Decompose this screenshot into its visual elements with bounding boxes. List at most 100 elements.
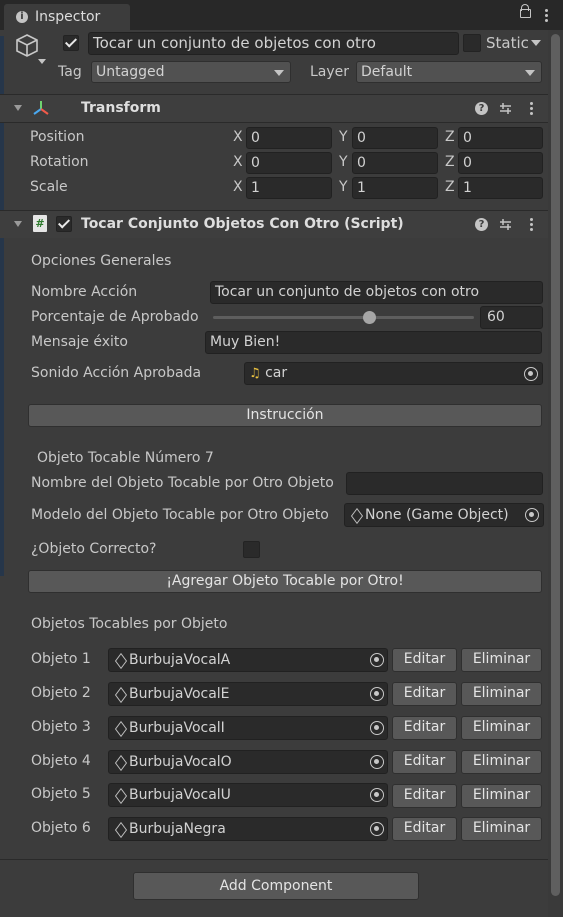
delete-button[interactable]: Eliminar [461,784,542,808]
axis-z-label[interactable]: Z [445,129,455,145]
object-field[interactable]: BurbujaVocalI [108,716,388,740]
axis-x-label[interactable]: X [233,154,243,170]
gameobject-icon [114,686,128,704]
sound-object-field[interactable]: ♫ car [244,362,543,385]
position-z-field[interactable]: 0 [458,127,543,149]
row-label: Position [30,129,85,145]
approval-slider-track[interactable] [213,316,474,319]
rotation-z-field[interactable]: 0 [458,152,543,174]
transform-title: Transform [81,100,161,116]
position-y-field[interactable]: 0 [352,127,438,149]
edit-button[interactable]: Editar [392,750,457,774]
object-label: Objeto 4 [31,753,91,769]
tag-value: Untagged [96,64,165,80]
delete-button[interactable]: Eliminar [461,648,542,672]
add-component-button[interactable]: Add Component [133,872,419,900]
delete-button[interactable]: Eliminar [461,817,542,841]
object-label: Objeto 2 [31,685,91,701]
delete-button[interactable]: Eliminar [461,682,542,706]
object-picker-icon[interactable] [370,687,384,701]
inspector-tab[interactable]: i Inspector [4,4,130,31]
tab-menu-icon[interactable] [545,9,549,24]
touch-model-field[interactable]: None (Game Object) [344,503,544,527]
foldout-arrow-icon[interactable] [14,221,22,227]
object-field[interactable]: BurbujaVocalO [108,750,388,774]
approval-value-field[interactable]: 60 [480,306,543,329]
touch-name-field[interactable] [346,472,543,495]
object-field[interactable]: BurbujaVocalU [108,783,388,807]
object-name-field[interactable]: Tocar un conjunto de objetos con otro [88,32,459,55]
rotation-x-field[interactable]: 0 [246,152,332,174]
axis-y-label[interactable]: Y [339,154,348,170]
axis-y-label[interactable]: Y [339,129,348,145]
transform-icon [32,99,50,117]
delete-button[interactable]: Eliminar [461,716,542,740]
script-enabled-checkbox[interactable] [56,216,72,232]
row-label: Scale [30,179,68,195]
touch-model-label: Modelo del Objeto Tocable por Otro Objet… [31,507,329,523]
object-field[interactable]: BurbujaVocalE [108,682,388,706]
delete-button[interactable]: Eliminar [461,750,542,774]
active-checkbox[interactable] [63,35,79,51]
static-dropdown-caret[interactable] [531,40,541,46]
object-picker-icon[interactable] [370,788,384,802]
edit-button[interactable]: Editar [392,682,457,706]
layer-dropdown[interactable]: Default [356,61,542,83]
presets-icon[interactable] [499,218,512,231]
axis-x-label[interactable]: X [233,179,243,195]
success-label: Mensaje éxito [31,334,128,350]
row-label: Rotation [30,154,89,170]
presets-icon[interactable] [499,102,512,115]
icon-dropdown-caret[interactable] [38,59,46,64]
object-value: BurbujaVocalO [129,754,232,770]
tag-dropdown[interactable]: Untagged [91,61,291,83]
gameobject-icon [114,652,128,670]
gameobject-icon [114,821,128,839]
instruction-button[interactable]: Instrucción [28,404,542,427]
object-label: Objeto 1 [31,651,91,667]
axis-z-label[interactable]: Z [445,154,455,170]
axis-x-label[interactable]: X [233,129,243,145]
help-icon[interactable]: ? [475,218,488,231]
object-picker-icon[interactable] [370,653,384,667]
transform-header[interactable]: Transform ? [0,95,548,122]
static-checkbox[interactable] [463,34,481,52]
help-icon[interactable]: ? [475,102,488,115]
object-label: Objeto 6 [31,820,91,836]
edit-button[interactable]: Editar [392,817,457,841]
gameobject-icon [114,720,128,738]
approval-slider-thumb[interactable] [363,311,377,324]
gameobject-icon [350,507,364,525]
lock-shackle [521,4,529,11]
scale-z-field[interactable]: 1 [458,177,543,199]
object-picker-icon[interactable] [525,508,539,522]
scale-y-field[interactable]: 1 [352,177,438,199]
object-picker-icon[interactable] [370,822,384,836]
correct-checkbox[interactable] [243,541,260,558]
object-picker-icon[interactable] [524,367,538,381]
foldout-arrow-icon[interactable] [14,105,22,111]
object-value: BurbujaVocalI [129,720,225,736]
object-field[interactable]: BurbujaNegra [108,817,388,841]
action-name-field[interactable]: Tocar un conjunto de objetos con otro [210,281,543,304]
success-message-field[interactable]: Muy Bien! [205,331,542,354]
object-picker-icon[interactable] [370,755,384,769]
edit-button[interactable]: Editar [392,648,457,672]
component-menu-icon[interactable] [530,218,534,233]
add-touchable-button[interactable]: ¡Agregar Objeto Tocable por Otro! [28,570,542,593]
edit-button[interactable]: Editar [392,784,457,808]
axis-z-label[interactable]: Z [445,179,455,195]
script-header[interactable]: # Tocar Conjunto Objetos Con Otro (Scrip… [0,211,548,238]
edit-button[interactable]: Editar [392,716,457,740]
scale-x-field[interactable]: 1 [246,177,332,199]
scrollbar-thumb[interactable] [551,34,560,896]
position-x-field[interactable]: 0 [246,127,332,149]
object-field[interactable]: BurbujaVocalA [108,648,388,672]
rotation-y-field[interactable]: 0 [352,152,438,174]
object-label: Objeto 3 [31,719,91,735]
object-picker-icon[interactable] [370,721,384,735]
axis-y-label[interactable]: Y [339,179,348,195]
touch-model-value: None (Game Object) [365,507,509,523]
component-menu-icon[interactable] [530,102,534,117]
object-label: Objeto 5 [31,786,91,802]
